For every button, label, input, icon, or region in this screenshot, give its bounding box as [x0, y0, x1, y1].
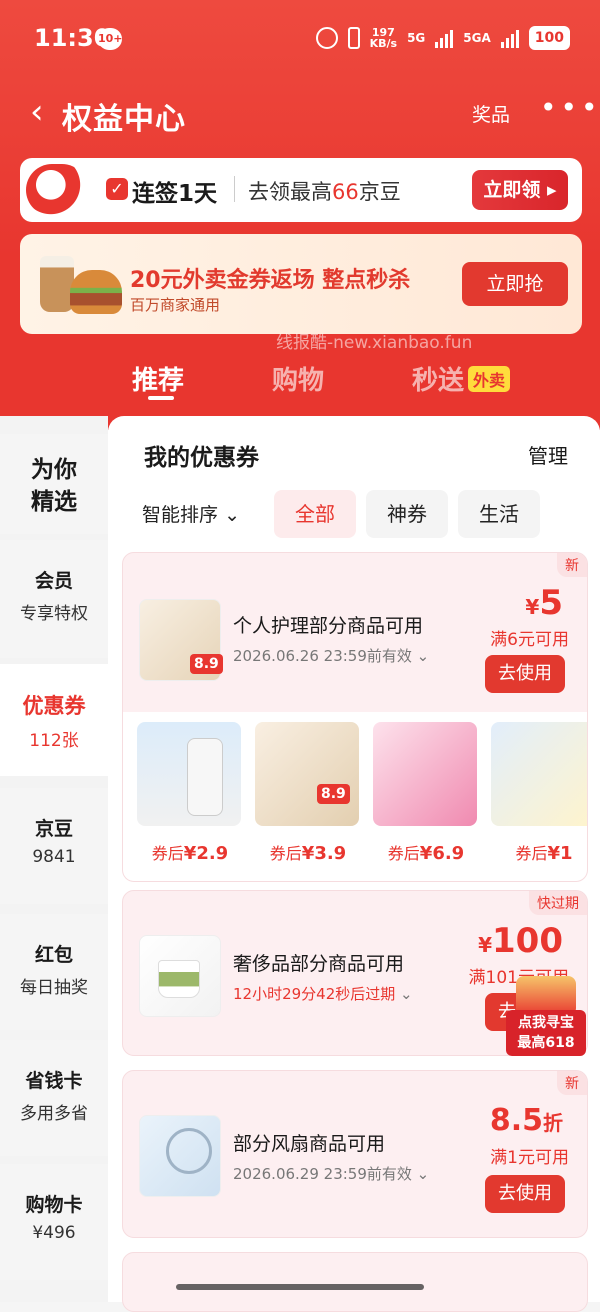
- product-item[interactable]: 券后¥1: [491, 722, 587, 864]
- filter-chip-life[interactable]: 生活: [458, 490, 540, 538]
- expiring-badge: 快过期: [529, 891, 587, 915]
- takeaway-badge: 外卖: [468, 366, 511, 392]
- coupon-name: 部分风扇商品可用: [233, 1133, 386, 1155]
- new-badge: 新: [557, 553, 587, 577]
- divider: [234, 176, 235, 202]
- coupon-condition: 满6元可用: [490, 630, 569, 650]
- use-coupon-button[interactable]: 去使用: [485, 1175, 565, 1213]
- recommended-products: 券后¥2.9 8.9 券后¥3.9 券后¥6.9 券后¥1: [122, 712, 588, 882]
- chevron-down-icon: ⌄: [416, 1165, 430, 1183]
- signin-claim-button[interactable]: 立即领 ▸: [472, 170, 568, 210]
- promo-title: 20元外卖金券返场 整点秒杀: [130, 268, 411, 293]
- coupon-name: 奢侈品部分商品可用: [233, 953, 405, 975]
- sidebar-item-for-you[interactable]: 为你 精选: [0, 434, 108, 534]
- manage-button[interactable]: 管理: [528, 440, 568, 469]
- product-item[interactable]: 券后¥2.9: [137, 722, 243, 864]
- battery-icon: 100: [528, 26, 570, 50]
- product-price: 券后¥3.9: [269, 843, 347, 864]
- prizes-link[interactable]: 奖品: [472, 100, 510, 127]
- status-bar: 11:30 10+ 197 KB/s 5G 5GA 100: [0, 0, 600, 76]
- active-tab-indicator: [148, 396, 174, 400]
- sort-dropdown[interactable]: 智能排序 ⌄: [142, 500, 240, 527]
- joy-mascot-icon: [26, 164, 88, 216]
- treasure-hunt-widget[interactable]: 点我寻宝 最高618: [506, 976, 586, 1056]
- product-image: 8.9: [255, 722, 359, 826]
- signin-reward-text: 去领最高66京豆: [248, 180, 401, 204]
- category-tabs: 推荐 购物 秒送 外卖: [0, 352, 600, 412]
- coupon-amount: ¥100: [478, 921, 563, 961]
- check-icon: ✓: [106, 178, 128, 200]
- signal-icon: [435, 28, 454, 48]
- product-item[interactable]: 8.9 券后¥3.9: [255, 722, 361, 864]
- product-item[interactable]: 券后¥6.9: [373, 722, 479, 864]
- chevron-down-icon: ⌄: [224, 504, 240, 526]
- coupon-discount: 8.5折: [489, 1103, 563, 1138]
- product-image: [137, 722, 241, 826]
- tab-shopping[interactable]: 购物: [272, 360, 324, 397]
- network-label-5ga: 5GA: [463, 31, 491, 45]
- network-label-5g: 5G: [407, 31, 426, 45]
- coupon-card: 新 部分风扇商品可用 2026.06.29 23:59前有效 ⌄ 8.5折 满1…: [122, 1070, 588, 1238]
- promo-grab-button[interactable]: 立即抢: [462, 262, 568, 306]
- coupon-thumbnail: 8.9: [139, 599, 223, 681]
- filter-chip-super[interactable]: 神券: [366, 490, 448, 538]
- food-image: [36, 250, 124, 320]
- product-price: 券后¥1: [515, 843, 573, 864]
- promo-subtitle: 百万商家通用: [130, 296, 221, 314]
- sidebar-item-red-packet[interactable]: 红包 每日抽奖: [0, 914, 108, 1030]
- coupon-panel: 我的优惠券 管理 智能排序 ⌄ 全部 神券 生活 新 8.9 个人护理部分商品可…: [108, 416, 600, 1312]
- coupon-card: 新 8.9 个人护理部分商品可用 2026.06.26 23:59前有效 ⌄ ¥…: [122, 552, 588, 714]
- coupon-condition: 满1元可用: [490, 1148, 569, 1168]
- page-header: ‹ 权益中心 奖品 •••: [0, 80, 600, 144]
- treasure-label: 点我寻宝 最高618: [506, 1010, 586, 1056]
- coupon-card: [122, 1252, 588, 1312]
- notification-badge: 10+: [98, 28, 123, 50]
- product-price: 券后¥2.9: [151, 843, 229, 864]
- page-title: 权益中心: [62, 102, 186, 137]
- chevron-down-icon: ⌄: [400, 985, 413, 1003]
- signal-icon-2: [500, 28, 519, 48]
- product-image: [373, 722, 477, 826]
- food-promo-banner[interactable]: 20元外卖金券返场 整点秒杀 百万商家通用 立即抢: [20, 234, 582, 334]
- coupon-thumbnail: [139, 935, 221, 1017]
- alarm-icon: [315, 27, 338, 49]
- sidebar-item-savings-card[interactable]: 省钱卡 多用多省: [0, 1040, 108, 1156]
- tab-recommend[interactable]: 推荐: [132, 360, 184, 397]
- sidebar-item-coupons[interactable]: 优惠券 112张: [0, 664, 108, 776]
- new-badge: 新: [557, 1071, 587, 1095]
- chevron-down-icon: ⌄: [416, 647, 430, 665]
- coupon-validity: 2026.06.29 23:59前有效 ⌄: [233, 1165, 430, 1183]
- coupon-name: 个人护理部分商品可用: [233, 615, 424, 637]
- section-title: 我的优惠券: [144, 445, 259, 471]
- product-image: [491, 722, 587, 826]
- net-speed: 197 KB/s: [369, 26, 398, 50]
- product-price: 券后¥6.9: [387, 843, 465, 864]
- vibrate-icon: [347, 27, 360, 49]
- use-coupon-button[interactable]: 去使用: [485, 655, 565, 693]
- sidebar-item-shopping-card[interactable]: 购物卡 ¥496: [0, 1164, 108, 1280]
- sidebar: 为你 精选 会员 专享特权 优惠券 112张 京豆 9841 红包 每日抽奖 省…: [0, 416, 108, 1302]
- coupon-validity: 2026.06.26 23:59前有效 ⌄: [233, 647, 430, 665]
- tab-instant-delivery[interactable]: 秒送 外卖: [412, 360, 511, 397]
- filter-chip-all[interactable]: 全部: [274, 490, 356, 538]
- home-indicator[interactable]: [176, 1284, 424, 1290]
- sidebar-item-member[interactable]: 会员 专享特权: [0, 540, 108, 658]
- signin-days: 连签1天: [132, 181, 218, 207]
- coupon-countdown: 12小时29分42秒后过期 ⌄: [233, 985, 413, 1003]
- coupon-amount: ¥5: [525, 583, 563, 623]
- watermark: 线报酷-new.xianbao.fun: [276, 333, 473, 353]
- signin-banner[interactable]: ✓ 连签1天 去领最高66京豆 立即领 ▸: [20, 158, 582, 222]
- coupon-thumbnail: [139, 1115, 221, 1197]
- back-icon[interactable]: ‹: [30, 92, 44, 132]
- more-icon[interactable]: •••: [540, 94, 600, 122]
- sidebar-item-jingdou[interactable]: 京豆 9841: [0, 788, 108, 904]
